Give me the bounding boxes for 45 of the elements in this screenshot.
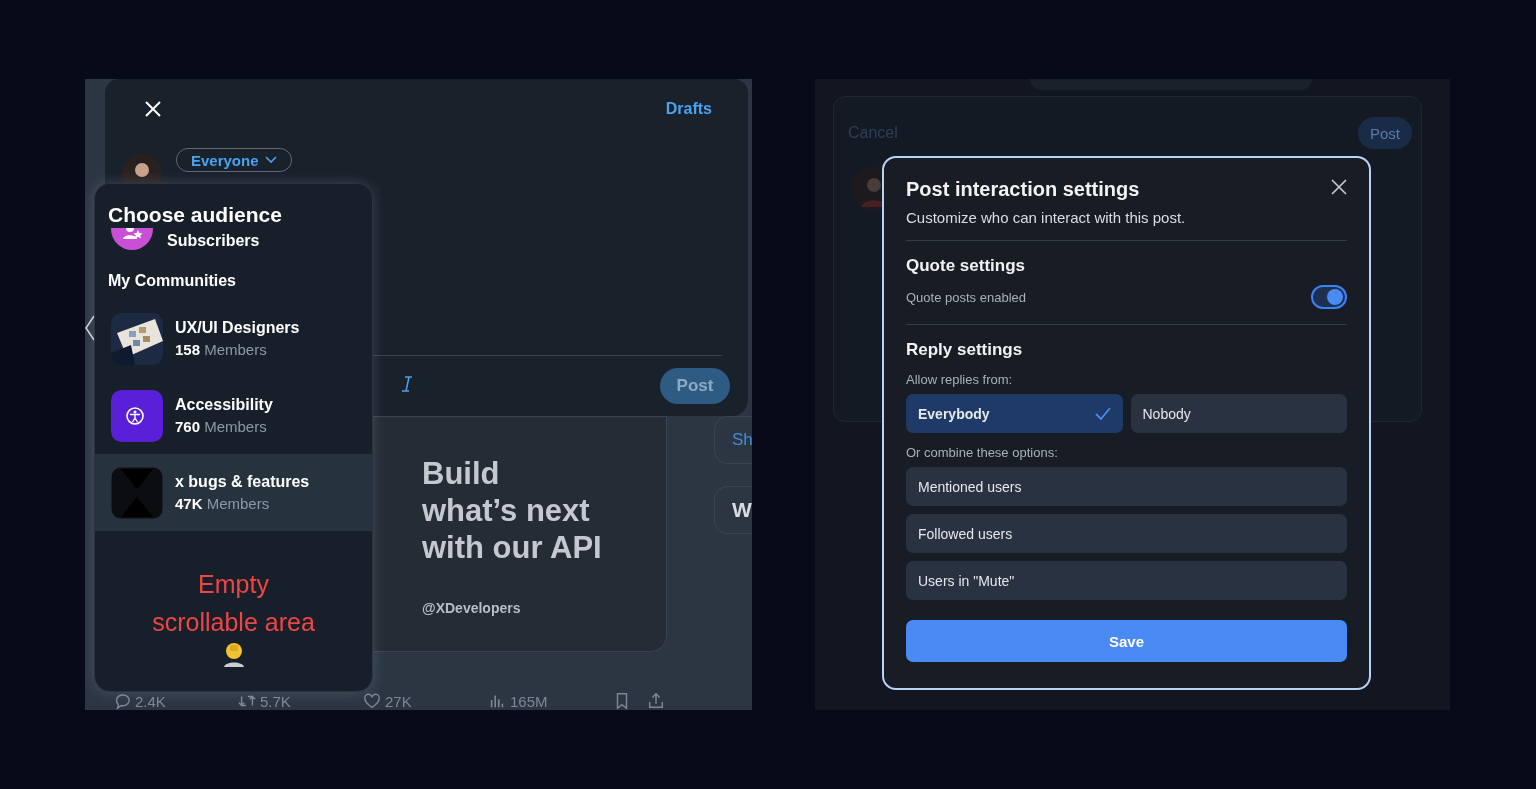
- person-icon: [221, 641, 246, 667]
- community-name: x bugs & features: [175, 473, 310, 491]
- member-count: 760 Members: [175, 418, 268, 435]
- field-label: Allow replies from:: [906, 372, 1014, 387]
- card-heading: W: [732, 498, 752, 522]
- check-icon: [1094, 406, 1111, 421]
- field-label: Or combine these options:: [906, 445, 1059, 460]
- count-text: 27K: [385, 692, 412, 710]
- share-icon[interactable]: [647, 692, 665, 710]
- section-heading: Reply settings: [906, 340, 1024, 360]
- community-name: Accessibility: [175, 396, 273, 414]
- comment-icon[interactable]: [113, 692, 131, 710]
- drafts-link[interactable]: Drafts: [665, 100, 712, 118]
- chevron-down-icon: [264, 156, 277, 164]
- toggle-switch[interactable]: [1311, 285, 1347, 309]
- chevron-left-icon[interactable]: [85, 315, 95, 341]
- menu-title: Choose audience: [95, 184, 372, 228]
- member-count: 47K Members: [175, 495, 271, 512]
- show-link[interactable]: Sh: [732, 430, 752, 450]
- section-heading: My Communities: [107, 271, 237, 291]
- community-item[interactable]: UX/UI Designers 158 Members: [95, 300, 372, 377]
- option-button[interactable]: Mentioned users: [906, 467, 1347, 506]
- dialog-title: Post interaction settings: [906, 178, 1140, 201]
- option-button[interactable]: Nobody: [1130, 394, 1347, 433]
- italic-icon[interactable]: [401, 376, 413, 392]
- section-heading: Quote settings: [906, 256, 1026, 276]
- close-icon[interactable]: [1331, 179, 1347, 195]
- member-count: 158 Members: [175, 341, 268, 358]
- dialog-subtitle: Customize who can interact with this post.: [906, 209, 1187, 226]
- option-button[interactable]: Users in "Mute": [906, 561, 1347, 600]
- community-item[interactable]: x bugs & features 47K Members: [95, 454, 372, 531]
- count-text: 2.4K: [135, 692, 166, 710]
- heart-icon[interactable]: [363, 692, 381, 710]
- empty-note: Empty scrollable area: [152, 569, 315, 638]
- toggle-label: Quote posts enabled: [906, 289, 1026, 305]
- count-text: 165M: [510, 692, 548, 710]
- community-item[interactable]: Accessibility 760 Members: [95, 377, 372, 454]
- count-text: 5.7K: [260, 692, 291, 710]
- headline: Build what’s next with our API: [422, 455, 603, 566]
- community-name: UX/UI Designers: [175, 319, 300, 337]
- option-button[interactable]: Everybody: [906, 394, 1123, 433]
- x-logo-icon: [111, 466, 163, 519]
- option-button[interactable]: Followed users: [906, 514, 1347, 553]
- handle-text: @XDevelopers: [422, 600, 522, 616]
- accessibility-icon: [111, 389, 163, 442]
